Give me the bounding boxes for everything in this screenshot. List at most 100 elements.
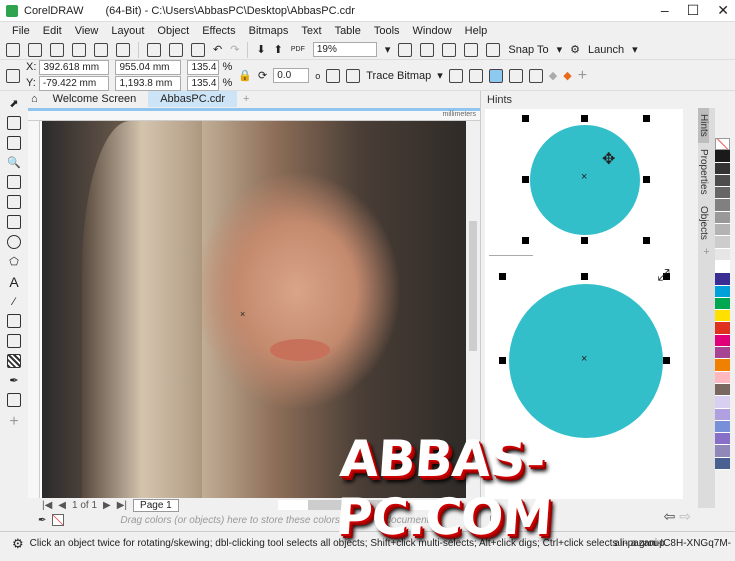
- cut-icon[interactable]: [147, 42, 161, 57]
- color-swatch[interactable]: [715, 383, 730, 397]
- menu-edit[interactable]: Edit: [39, 25, 71, 37]
- undo-icon[interactable]: ↶: [213, 43, 222, 56]
- launch-button[interactable]: Launch: [588, 44, 624, 56]
- prev-page-icon[interactable]: ◀: [58, 500, 66, 511]
- color-swatch[interactable]: [715, 248, 730, 261]
- text-wrap-icon[interactable]: [528, 68, 543, 83]
- color-swatch[interactable]: [715, 285, 730, 298]
- color-swatch[interactable]: [715, 310, 730, 323]
- scale-y-field[interactable]: 135.4: [187, 76, 220, 91]
- y-position-field[interactable]: -79.422 mm: [38, 76, 109, 91]
- menu-table[interactable]: Table: [331, 25, 370, 37]
- last-page-icon[interactable]: ▶|: [117, 500, 127, 511]
- freehand-tool-icon[interactable]: [7, 175, 21, 189]
- snap-off-icon[interactable]: [486, 42, 501, 57]
- x-position-field[interactable]: 392.618 mm: [39, 60, 110, 75]
- ellipse-tool-icon[interactable]: [7, 235, 21, 249]
- minimize-button[interactable]: –: [661, 2, 669, 19]
- show-guidelines-icon[interactable]: [464, 42, 479, 57]
- status-gear-icon[interactable]: ⚙: [12, 536, 24, 552]
- new-tab-button[interactable]: +: [237, 93, 255, 105]
- color-swatch[interactable]: [715, 297, 730, 311]
- menu-bitmaps[interactable]: Bitmaps: [245, 25, 298, 37]
- docker-tab-hints[interactable]: Hints: [698, 108, 709, 143]
- menu-object[interactable]: Object: [153, 25, 198, 37]
- color-swatch[interactable]: [715, 162, 730, 175]
- menu-layout[interactable]: Layout: [107, 25, 153, 37]
- cloud-download-icon[interactable]: [72, 42, 86, 57]
- tab-abbaspc-cdr[interactable]: AbbasPC.cdr: [148, 91, 238, 107]
- next-page-icon[interactable]: ▶: [103, 500, 111, 511]
- mirror-horizontal-icon[interactable]: [326, 68, 341, 83]
- menu-help[interactable]: Help: [461, 25, 497, 37]
- color-swatch[interactable]: [715, 359, 730, 372]
- color-swatch[interactable]: [715, 199, 730, 212]
- trace-bitmap-button[interactable]: Trace Bitmap: [366, 70, 431, 82]
- bounding-box-icon[interactable]: [508, 68, 523, 83]
- add-tool-icon[interactable]: +: [9, 413, 18, 431]
- add-docker-icon[interactable]: +: [698, 246, 715, 258]
- add-icon[interactable]: +: [578, 67, 587, 85]
- mirror-vertical-icon[interactable]: [346, 68, 361, 83]
- zoom-tool-icon[interactable]: 🔍: [7, 156, 21, 169]
- home-icon[interactable]: ⌂: [28, 93, 41, 105]
- redo-icon[interactable]: ↷: [230, 43, 239, 56]
- full-screen-icon[interactable]: [398, 42, 413, 57]
- edit-bitmap-icon[interactable]: [448, 68, 463, 83]
- cloud-upload-icon[interactable]: [94, 42, 108, 57]
- menu-file[interactable]: File: [8, 25, 39, 37]
- eyedropper-icon[interactable]: ✒: [9, 374, 18, 387]
- shape-tool-icon[interactable]: [7, 116, 21, 130]
- crop-bitmap-icon[interactable]: [468, 68, 483, 83]
- color-swatch[interactable]: [715, 224, 730, 237]
- show-grid-icon[interactable]: [442, 42, 457, 57]
- dimension-tool-icon[interactable]: ∕: [13, 296, 15, 308]
- no-color-swatch[interactable]: [52, 514, 65, 526]
- pick-tool-icon[interactable]: ⬈: [9, 97, 18, 110]
- new-document-icon[interactable]: [6, 42, 20, 57]
- rectangle-tool-icon[interactable]: [7, 215, 21, 229]
- save-icon[interactable]: [50, 42, 64, 57]
- drop-shadow-tool-icon[interactable]: [7, 334, 21, 348]
- zoom-dropdown-icon[interactable]: ▾: [385, 43, 391, 56]
- color-swatch[interactable]: [715, 174, 730, 188]
- color-swatch[interactable]: [715, 371, 730, 384]
- to-back-icon[interactable]: ◆: [549, 69, 557, 82]
- to-front-icon[interactable]: ◆: [563, 69, 571, 82]
- height-field[interactable]: 1,193.8 mm: [115, 76, 182, 91]
- menu-tools[interactable]: Tools: [370, 25, 409, 37]
- export-icon[interactable]: ⬆: [274, 43, 283, 56]
- maximize-button[interactable]: ☐: [687, 2, 700, 19]
- color-swatch[interactable]: [715, 347, 730, 360]
- color-swatch[interactable]: [715, 273, 730, 286]
- menu-view[interactable]: View: [71, 25, 108, 37]
- tab-welcome-screen[interactable]: Welcome Screen: [41, 91, 149, 107]
- rotation-field[interactable]: 0.0: [273, 68, 310, 83]
- menu-text[interactable]: Text: [297, 25, 330, 37]
- docker-tab-properties[interactable]: Properties: [698, 143, 709, 201]
- first-page-icon[interactable]: |◀: [42, 500, 52, 511]
- color-swatch[interactable]: [715, 236, 730, 249]
- vertical-ruler[interactable]: [28, 121, 40, 498]
- horizontal-ruler[interactable]: millimeters: [28, 111, 480, 121]
- width-field[interactable]: 955.04 mm: [115, 60, 182, 75]
- show-rulers-icon[interactable]: [420, 42, 435, 57]
- page-tab[interactable]: Page 1: [133, 498, 179, 512]
- interactive-fill-icon[interactable]: [7, 393, 21, 407]
- snap-to-button[interactable]: Snap To: [508, 44, 548, 56]
- crop-tool-icon[interactable]: [7, 136, 21, 150]
- color-swatch[interactable]: [715, 396, 730, 409]
- export-pdf-icon[interactable]: PDF: [291, 46, 305, 53]
- print-icon[interactable]: [116, 42, 130, 57]
- connector-tool-icon[interactable]: [7, 314, 21, 328]
- options-gear-icon[interactable]: ⚙: [570, 43, 580, 56]
- scale-x-field[interactable]: 135.4: [187, 60, 220, 75]
- paste-icon[interactable]: [191, 42, 205, 57]
- open-icon[interactable]: [28, 42, 42, 57]
- no-color-swatch-palette[interactable]: [715, 138, 730, 151]
- color-swatch[interactable]: [715, 408, 730, 421]
- color-swatch[interactable]: [715, 260, 730, 274]
- eyedropper-small-icon[interactable]: ✒: [38, 515, 46, 526]
- docker-tab-objects[interactable]: Objects: [698, 200, 709, 246]
- polygon-tool-icon[interactable]: ⬠: [9, 255, 19, 268]
